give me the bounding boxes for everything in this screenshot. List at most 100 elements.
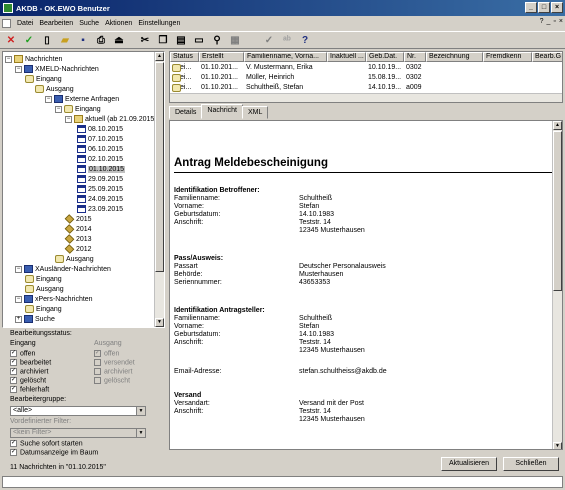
collapse-icon[interactable]: − bbox=[55, 105, 62, 113]
column-header[interactable]: Status bbox=[170, 52, 199, 62]
incoming-status-checkbox[interactable]: ✓ archiviert bbox=[10, 368, 48, 375]
document-scroll-thumb[interactable] bbox=[553, 131, 562, 291]
abc-icon[interactable]: ᵃᵇ bbox=[280, 33, 294, 47]
table-cell[interactable] bbox=[327, 83, 366, 92]
tree-item[interactable]: − xPers-Nachrichten bbox=[15, 294, 93, 304]
close-window-button[interactable]: × bbox=[551, 2, 563, 13]
tree-item[interactable]: Eingang bbox=[25, 274, 62, 284]
filter-dropdown[interactable]: <kein Filter> ▼ bbox=[10, 428, 146, 438]
tree-item[interactable]: 29.09.2015 bbox=[77, 174, 123, 184]
table-hscrollbar[interactable] bbox=[170, 93, 562, 102]
column-header[interactable]: Familienname, Vorna... bbox=[244, 52, 327, 62]
minimize-button[interactable]: _ bbox=[525, 2, 537, 13]
column-header[interactable]: Nr. bbox=[404, 52, 426, 62]
tab-details[interactable]: Details bbox=[169, 106, 203, 119]
tree-item[interactable]: 08.10.2015 bbox=[77, 124, 123, 134]
table-cell[interactable]: 01.10.201... bbox=[199, 63, 244, 72]
table-cell[interactable]: 15.08.19... bbox=[366, 73, 404, 82]
collapse-icon[interactable]: − bbox=[15, 265, 22, 273]
table-cell[interactable]: Müller, Heinrich bbox=[244, 73, 327, 82]
new-document-icon[interactable]: ▯ bbox=[40, 33, 54, 47]
confirm-icon[interactable]: ✓ bbox=[22, 33, 36, 47]
tree-item[interactable]: Eingang bbox=[25, 74, 62, 84]
tree-item[interactable]: 23.09.2015 bbox=[77, 204, 123, 214]
mdi-restore-icon[interactable]: ▫ bbox=[553, 18, 555, 25]
help-icon[interactable]: ? bbox=[298, 33, 312, 47]
tree-item[interactable]: − XMELD-Nachrichten bbox=[15, 64, 99, 74]
table-cell[interactable] bbox=[426, 73, 483, 82]
mdi-minimize-icon[interactable]: _ bbox=[547, 18, 551, 25]
paste-icon[interactable]: ▤ bbox=[174, 33, 188, 47]
incoming-status-checkbox[interactable]: ✓ bearbeitet bbox=[10, 359, 51, 366]
print-icon[interactable]: ⎙ bbox=[94, 33, 108, 47]
table-cell[interactable] bbox=[532, 83, 562, 92]
refresh-button[interactable]: Aktualisieren bbox=[441, 457, 497, 471]
outgoing-status-checkbox[interactable]: ✓ offen bbox=[94, 350, 119, 357]
tree-item[interactable]: − aktuell (ab 21.09.2015) bbox=[65, 114, 157, 124]
tree-item[interactable]: 2013 bbox=[64, 234, 92, 244]
save-icon[interactable]: ▪ bbox=[76, 33, 90, 47]
open-folder-icon[interactable]: ▰ bbox=[58, 33, 72, 47]
table-cell[interactable] bbox=[426, 63, 483, 72]
tree-item[interactable]: Ausgang bbox=[55, 254, 94, 264]
scroll-up-icon[interactable]: ▲ bbox=[155, 52, 164, 61]
column-header[interactable]: Bearb.G bbox=[532, 52, 562, 62]
table-cell[interactable] bbox=[426, 83, 483, 92]
copy-icon[interactable]: ❐ bbox=[156, 33, 170, 47]
menu-help[interactable]: ? bbox=[540, 18, 544, 25]
table-cell[interactable] bbox=[327, 73, 366, 82]
maximize-button[interactable]: □ bbox=[538, 2, 550, 13]
search-now-checkbox[interactable]: ✓ Suche sofort starten bbox=[10, 440, 83, 447]
tree-item[interactable]: − XAusländer-Nachrichten bbox=[15, 264, 111, 274]
scroll-down-icon[interactable]: ▼ bbox=[155, 318, 164, 327]
cut-icon[interactable]: ✂ bbox=[138, 33, 152, 47]
tree-item[interactable]: 25.09.2015 bbox=[77, 184, 123, 194]
tree-item[interactable]: 24.09.2015 bbox=[77, 194, 123, 204]
table-cell[interactable]: 01.10.201... bbox=[199, 83, 244, 92]
table-cell[interactable] bbox=[483, 73, 532, 82]
tree-item[interactable]: − Nachrichten bbox=[5, 54, 62, 64]
table-cell[interactable]: 0302 bbox=[404, 73, 426, 82]
command-input[interactable] bbox=[2, 476, 563, 488]
tree-scrollbar[interactable]: ▲ ▼ bbox=[154, 52, 164, 327]
grid-icon[interactable]: ▦ bbox=[228, 33, 242, 47]
date-display-checkbox[interactable]: ✓ Datumsanzeige im Baum bbox=[10, 449, 98, 456]
collapse-icon[interactable]: − bbox=[45, 95, 52, 103]
menu-einstellungen[interactable]: Einstellungen bbox=[138, 20, 180, 27]
table-cell[interactable] bbox=[483, 63, 532, 72]
tree-scroll-thumb[interactable] bbox=[155, 62, 164, 272]
collapse-icon[interactable]: − bbox=[15, 65, 22, 73]
table-cell[interactable] bbox=[532, 63, 562, 72]
table-cell[interactable]: 14.10.19... bbox=[366, 83, 404, 92]
mdi-close-icon[interactable]: × bbox=[559, 18, 563, 25]
menu-aktionen[interactable]: Aktionen bbox=[105, 20, 132, 27]
tree-item[interactable]: Ausgang bbox=[25, 284, 64, 294]
incoming-status-checkbox[interactable]: ✓ gelöscht bbox=[10, 377, 46, 384]
outgoing-status-checkbox[interactable]: archiviert bbox=[94, 368, 132, 375]
incoming-status-checkbox[interactable]: ✓ offen bbox=[10, 350, 35, 357]
scroll-down-icon[interactable]: ▼ bbox=[553, 442, 562, 449]
table-cell[interactable]: Schultheiß, Stefan bbox=[244, 83, 327, 92]
tab-nachricht[interactable]: Nachricht bbox=[201, 104, 243, 119]
table-cell[interactable]: 0302 bbox=[404, 63, 426, 72]
menu-datei[interactable]: Datei bbox=[17, 20, 33, 27]
menu-suche[interactable]: Suche bbox=[79, 20, 99, 27]
tree-item[interactable]: 07.10.2015 bbox=[77, 134, 123, 144]
search-icon[interactable]: ⚲ bbox=[210, 33, 224, 47]
table-cell[interactable]: 01.10.201... bbox=[199, 73, 244, 82]
tree-item[interactable]: + Suche bbox=[15, 314, 55, 324]
column-header[interactable]: Bezeichnung bbox=[426, 52, 483, 62]
table-cell[interactable] bbox=[327, 63, 366, 72]
table-cell[interactable] bbox=[532, 73, 562, 82]
table-cell[interactable] bbox=[483, 83, 532, 92]
tree-item[interactable]: 2012 bbox=[64, 244, 92, 254]
collapse-icon[interactable]: − bbox=[65, 115, 72, 123]
tree-item[interactable]: − Externe Anfragen bbox=[45, 94, 119, 104]
column-header[interactable]: Geb.Dat. bbox=[366, 52, 404, 62]
tree-item[interactable]: 02.10.2015 bbox=[77, 154, 123, 164]
window-icon[interactable]: ▭ bbox=[192, 33, 206, 47]
tree-item[interactable]: Ausgang bbox=[35, 84, 74, 94]
check-disabled-icon[interactable]: ✓ bbox=[262, 33, 276, 47]
expand-icon[interactable]: + bbox=[15, 315, 22, 323]
table-cell[interactable]: 10.10.19... bbox=[366, 63, 404, 72]
